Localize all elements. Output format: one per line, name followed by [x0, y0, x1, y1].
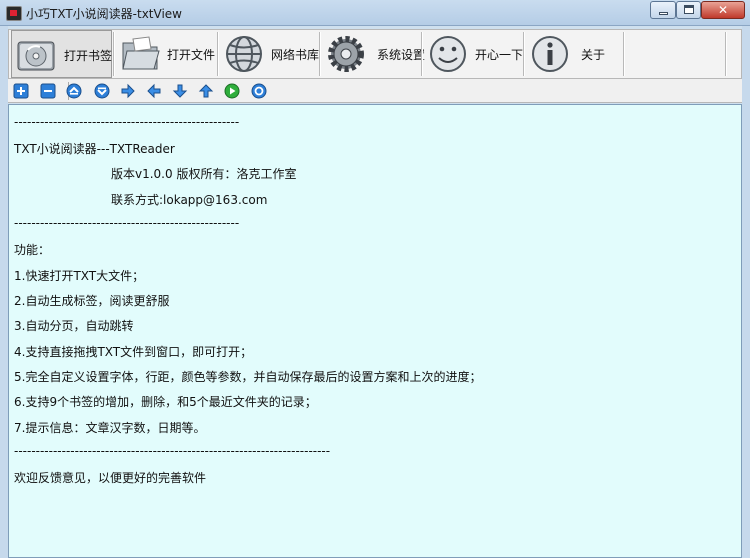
- content-line: 3.自动分页，自动跳转: [14, 319, 134, 333]
- close-button[interactable]: ✕: [701, 1, 745, 19]
- bookmark-disk-icon: [17, 41, 55, 71]
- folder-icon: [122, 36, 160, 70]
- system-settings-button[interactable]: 系统设置: [321, 30, 425, 78]
- title-bar[interactable]: 小巧TXT小说阅读器-txtView ✕: [0, 0, 750, 26]
- toolbar-separator: [725, 32, 727, 76]
- scroll-down-icon[interactable]: [94, 83, 110, 99]
- maximize-icon: [684, 5, 694, 14]
- content-line: 7.提示信息：文章汉字数，日期等。: [14, 421, 206, 435]
- zoom-in-icon[interactable]: [13, 83, 29, 99]
- content-line: 5.完全自定义设置字体，行距，颜色等参数，并自动保存最后的设置方案和上次的进度；: [14, 370, 482, 384]
- content-line: TXT小说阅读器---TXTReader: [14, 142, 175, 156]
- navigation-toolbar: [8, 79, 742, 103]
- content-line: 功能：: [14, 243, 51, 257]
- scroll-up-icon[interactable]: [66, 83, 82, 99]
- arrow-right-icon[interactable]: [120, 83, 136, 99]
- zoom-out-icon[interactable]: [40, 83, 56, 99]
- content-line: 2.自动生成标签，阅读更舒服: [14, 294, 170, 308]
- globe-icon: [226, 36, 262, 72]
- about-button[interactable]: 关于: [525, 30, 621, 78]
- separator-line: ----------------------------------------…: [14, 444, 331, 458]
- open-bookmark-label: 打开书签: [64, 49, 113, 63]
- fun-button[interactable]: 开心一下: [423, 30, 523, 78]
- system-settings-label: 系统设置: [377, 48, 426, 62]
- arrow-down-icon[interactable]: [172, 83, 188, 99]
- online-library-button[interactable]: 网络书库: [219, 30, 319, 78]
- gear-icon: [328, 36, 364, 72]
- close-icon: ✕: [717, 3, 729, 17]
- online-library-label: 网络书库: [271, 48, 320, 62]
- about-label: 关于: [581, 48, 606, 62]
- refresh-icon[interactable]: [251, 83, 267, 99]
- content-line: 版本v1.0.0 版权所有：洛克工作室: [111, 167, 297, 181]
- window-frame-left: [0, 26, 8, 558]
- open-file-label: 打开文件: [167, 48, 216, 62]
- arrow-left-icon[interactable]: [146, 83, 162, 99]
- open-bookmark-button[interactable]: 打开书签: [11, 30, 112, 78]
- toolbar-separator: [623, 32, 625, 76]
- fun-label: 开心一下: [475, 48, 524, 62]
- text-content-area[interactable]: ----------------------------------------…: [8, 104, 742, 558]
- open-file-button[interactable]: 打开文件: [115, 30, 215, 78]
- content-line: 联系方式:lokapp@163.com: [111, 193, 268, 207]
- app-icon[interactable]: [6, 6, 22, 21]
- minimize-button[interactable]: [650, 1, 676, 19]
- smiley-icon: [430, 36, 466, 72]
- info-icon: [532, 36, 568, 72]
- content-line: 6.支持9个书签的增加，删除，和5个最近文件夹的记录；: [14, 395, 317, 409]
- arrow-up-icon[interactable]: [198, 83, 214, 99]
- play-icon[interactable]: [224, 83, 240, 99]
- main-toolbar: 打开书签 打开文件 网络书库 系统设置 开心一下 关于: [8, 29, 742, 79]
- minimize-icon: [659, 12, 668, 15]
- content-line: 4.支持直接拖拽TXT文件到窗口，即可打开；: [14, 345, 253, 359]
- window-frame-right: [742, 26, 750, 558]
- content-line: 1.快速打开TXT大文件；: [14, 269, 145, 283]
- maximize-button[interactable]: [676, 1, 701, 19]
- separator-line: ----------------------------------------…: [14, 115, 240, 129]
- content-line: 欢迎反馈意见，以便更好的完善软件: [14, 471, 207, 485]
- separator-line: ----------------------------------------…: [14, 216, 240, 230]
- window-title: 小巧TXT小说阅读器-txtView: [26, 7, 182, 21]
